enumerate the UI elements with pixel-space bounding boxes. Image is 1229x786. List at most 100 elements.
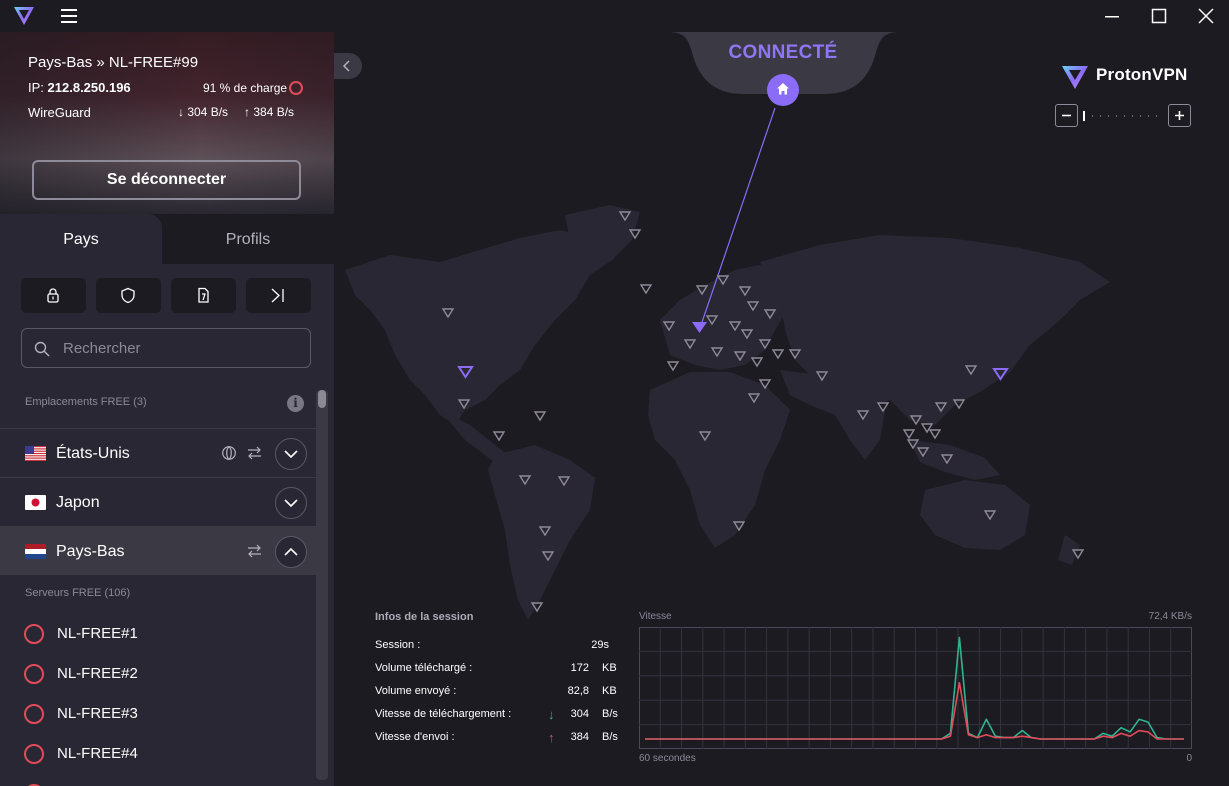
- streaming-icon: [222, 445, 236, 461]
- maximize-icon[interactable]: [1147, 4, 1171, 28]
- title-bar: [0, 0, 1229, 32]
- download-speed-value: 304: [570, 708, 589, 720]
- search-placeholder: Rechercher: [63, 340, 141, 357]
- chevron-up-icon: [284, 547, 298, 556]
- session-time-label: Session :: [375, 639, 421, 651]
- tor-filter-button[interactable]: [171, 278, 236, 313]
- server-name: NL-FREE#4: [57, 745, 138, 762]
- downloaded-volume-value: 172: [570, 662, 589, 674]
- disconnect-button[interactable]: Se déconnecter: [32, 160, 301, 200]
- free-servers-label: Serveurs FREE (106): [25, 587, 131, 599]
- upload-speed-label: Vitesse d'envoi :: [375, 731, 455, 743]
- uploaded-volume-unit: KB: [602, 685, 617, 697]
- chevron-down-icon: [284, 499, 298, 508]
- download-speed-label: Vitesse de téléchargement :: [375, 708, 512, 720]
- scrollbar-thumb[interactable]: [318, 390, 326, 408]
- session-time-value: 29s: [591, 639, 609, 651]
- arrow-right-to-bar-icon: [271, 288, 284, 303]
- chevron-left-icon: [342, 60, 350, 72]
- tab-countries[interactable]: Pays: [0, 214, 162, 264]
- lock-icon: [47, 288, 59, 303]
- upload-rate: ↑ 384 B/s: [244, 105, 295, 119]
- plus-icon: [1175, 111, 1184, 120]
- server-row[interactable]: NL-FREE#3: [0, 693, 316, 733]
- secure-core-filter-button[interactable]: [21, 278, 86, 313]
- server-load: 91 % de charge: [203, 81, 288, 95]
- server-load-icon: [24, 624, 44, 644]
- country-name: Pays-Bas: [56, 543, 125, 560]
- download-speed-series: [645, 636, 1184, 740]
- speed-chart-x-start: 60 secondes: [639, 753, 696, 764]
- speed-chart-x-end: 0: [1186, 753, 1192, 764]
- p2p-icon: [248, 544, 261, 558]
- chevron-down-icon: [284, 450, 298, 459]
- country-row-japan[interactable]: Japon: [0, 477, 316, 526]
- tab-bar: Pays Profils: [0, 214, 334, 264]
- free-locations-label: Emplacements FREE (3): [25, 396, 147, 408]
- sim-card-icon: [198, 287, 209, 303]
- upload-speed-series: [645, 681, 1184, 740]
- netshield-filter-button[interactable]: [96, 278, 161, 313]
- p2p-filter-button[interactable]: [246, 278, 311, 313]
- protocol: WireGuard: [28, 105, 91, 120]
- minus-icon: [1062, 114, 1071, 117]
- country-row-united-states[interactable]: États-Unis: [0, 428, 316, 477]
- speed-chart-max: 72,4 KB/s: [1148, 611, 1192, 622]
- expand-button[interactable]: [275, 487, 307, 519]
- search-input[interactable]: Rechercher: [21, 328, 311, 368]
- country-name: États-Unis: [56, 445, 130, 462]
- collapse-sidebar-button[interactable]: [334, 53, 362, 79]
- scrollbar-track[interactable]: [316, 390, 328, 780]
- zoom-slider[interactable]: [1082, 108, 1164, 124]
- search-icon: [34, 341, 50, 357]
- p2p-icon: [248, 446, 261, 460]
- close-icon[interactable]: [1194, 4, 1218, 28]
- ip-address: IP: 212.8.250.196: [28, 80, 131, 95]
- expand-button[interactable]: [275, 438, 307, 470]
- info-icon[interactable]: i: [287, 395, 304, 412]
- us-flag-icon: [25, 446, 46, 461]
- zoom-out-button[interactable]: [1055, 104, 1078, 127]
- downloaded-volume-unit: KB: [602, 662, 617, 674]
- server-load-icon: [24, 704, 44, 724]
- country-name: Japon: [56, 494, 100, 511]
- server-load-icon: [24, 664, 44, 684]
- server-row[interactable]: NL-FREE#1: [0, 613, 316, 653]
- upload-speed-unit: B/s: [602, 731, 618, 743]
- downloaded-volume-label: Volume téléchargé :: [375, 662, 473, 674]
- load-indicator-icon: [289, 81, 303, 95]
- uploaded-volume-label: Volume envoyé :: [375, 685, 457, 697]
- download-speed-unit: B/s: [602, 708, 618, 720]
- server-row[interactable]: NL-FREE#4: [0, 733, 316, 773]
- speed-chart: [639, 627, 1192, 749]
- connection-status: CONNECTÉ: [728, 42, 838, 63]
- proton-vpn-brand-icon: [1062, 66, 1088, 89]
- session-info-title: Infos de la session: [375, 611, 474, 623]
- shield-icon: [121, 287, 135, 304]
- home-location-button[interactable]: [767, 74, 799, 106]
- server-row[interactable]: [0, 773, 316, 786]
- home-icon: [777, 83, 789, 95]
- sidebar: Pays-Bas » NL-FREE#99 IP: 212.8.250.196 …: [0, 32, 334, 786]
- minimize-icon[interactable]: [1100, 4, 1124, 28]
- japan-flag-icon: [25, 495, 46, 510]
- server-name: NL-FREE#1: [57, 625, 138, 642]
- uploaded-volume-value: 82,8: [567, 685, 589, 697]
- hamburger-icon[interactable]: [60, 7, 80, 25]
- server-row[interactable]: NL-FREE#2: [0, 653, 316, 693]
- server-name: NL-FREE#2: [57, 665, 138, 682]
- upload-speed-value: 384: [570, 731, 589, 743]
- connection-header: Pays-Bas » NL-FREE#99 IP: 212.8.250.196 …: [0, 32, 334, 214]
- server-name: NL-FREE#3: [57, 705, 138, 722]
- country-row-netherlands[interactable]: Pays-Bas: [0, 526, 316, 575]
- proton-vpn-logo-icon: [14, 7, 34, 25]
- collapse-button[interactable]: [275, 536, 307, 568]
- tab-profiles[interactable]: Profils: [162, 214, 334, 264]
- server-load-icon: [24, 744, 44, 764]
- zoom-in-button[interactable]: [1168, 104, 1191, 127]
- download-rate: ↓ 304 B/s: [178, 105, 229, 119]
- netherlands-flag-icon: [25, 544, 46, 559]
- brand-name: ProtonVPN: [1096, 65, 1188, 84]
- speed-chart-title: Vitesse: [639, 611, 672, 622]
- connected-server: Pays-Bas » NL-FREE#99: [28, 54, 199, 71]
